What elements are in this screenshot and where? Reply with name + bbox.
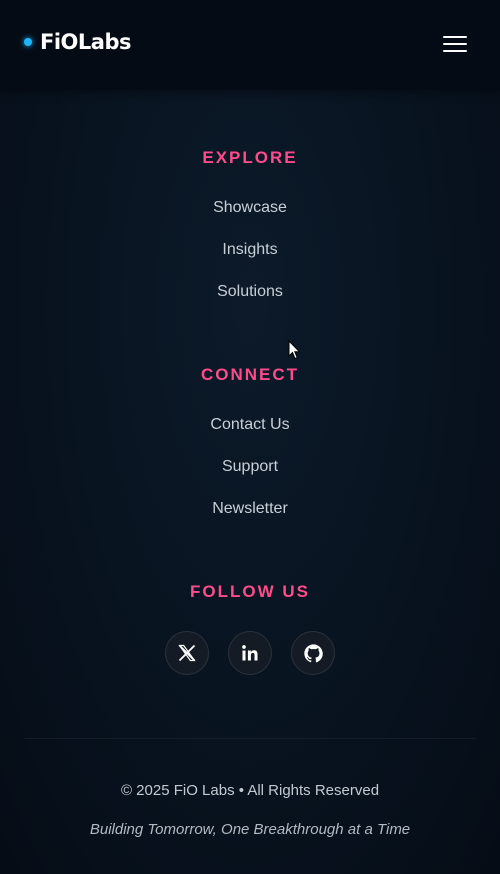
social-links xyxy=(0,631,500,675)
connect-title: CONNECT xyxy=(200,365,300,384)
footer-divider xyxy=(24,738,476,739)
logo-dot-icon xyxy=(24,38,32,46)
link-newsletter[interactable]: Newsletter xyxy=(0,499,500,519)
link-support[interactable]: Support xyxy=(0,457,500,477)
page: FiOLabs EXPLORE Showcase Insights Soluti… xyxy=(0,0,500,874)
logo-text: FiOLabs xyxy=(40,30,131,54)
follow-section: FOLLOW US xyxy=(0,582,500,675)
github-icon[interactable] xyxy=(291,631,335,675)
copyright-text: © 2025 FiO Labs • All Rights Reserved xyxy=(120,782,380,799)
link-insights[interactable]: Insights xyxy=(0,240,500,260)
follow-title: FOLLOW US xyxy=(190,582,310,601)
linkedin-icon[interactable] xyxy=(228,631,272,675)
connect-section: CONNECT Contact Us Support Newsletter xyxy=(0,365,500,519)
tagline-text: Building Tomorrow, One Breakthrough at a… xyxy=(89,821,411,838)
link-contact-us[interactable]: Contact Us xyxy=(0,415,500,435)
link-solutions[interactable]: Solutions xyxy=(0,282,500,302)
menu-bar xyxy=(443,43,467,45)
x-icon[interactable] xyxy=(165,631,209,675)
mouse-cursor-icon xyxy=(288,339,302,365)
menu-bar xyxy=(443,50,467,52)
explore-title: EXPLORE xyxy=(202,148,298,167)
link-showcase[interactable]: Showcase xyxy=(0,198,500,218)
menu-bar xyxy=(443,36,467,38)
logo[interactable]: FiOLabs xyxy=(24,30,131,54)
hamburger-menu-icon[interactable] xyxy=(443,36,467,54)
site-header: FiOLabs xyxy=(0,0,500,90)
explore-section: EXPLORE Showcase Insights Solutions xyxy=(0,148,500,302)
